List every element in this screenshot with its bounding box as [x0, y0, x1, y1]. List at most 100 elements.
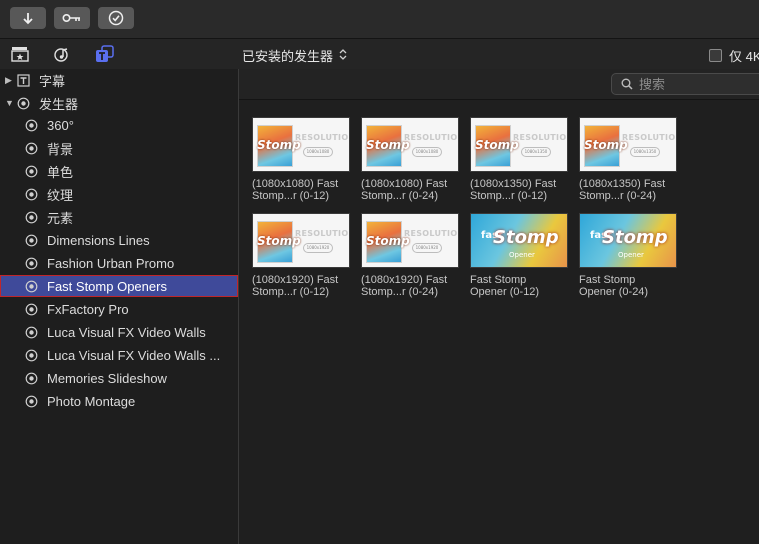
sidebar-item[interactable]: Luca Visual FX Video Walls ...: [0, 344, 238, 366]
only-4k-checkbox[interactable]: [709, 49, 722, 62]
sidebar-item[interactable]: 单色: [0, 160, 238, 182]
generator-tile[interactable]: Stomp RESOLUTION 1080x1920 (1080x1920) Fast…: [252, 213, 350, 298]
generator-icon: [24, 233, 38, 247]
generator-icon: [24, 371, 38, 385]
search-icon: [621, 78, 633, 90]
generator-icon: [24, 325, 38, 339]
tile-caption-line1: (1080x1080) Fast: [252, 178, 339, 190]
chevron-updown-icon: [339, 49, 347, 62]
generator-tile[interactable]: fast Stomp Opener Fast Stomp Opener (0-24): [579, 213, 677, 298]
download-arrow-icon: [22, 12, 34, 25]
sidebar-item[interactable]: FxFactory Pro: [0, 298, 238, 320]
sidebar-group-generators[interactable]: ▼ 发生器: [0, 92, 238, 114]
generator-tile[interactable]: Stomp RESOLUTION 1080x1080 (1080x1080) Fast…: [252, 117, 350, 202]
sidebar-item-label: 背景: [47, 141, 74, 157]
tile-caption-line2: Opener (0-12): [470, 286, 540, 298]
clapper-icon[interactable]: [10, 45, 30, 63]
sidebar-item-label: 360°: [47, 117, 74, 133]
sidebar-item[interactable]: 360°: [0, 114, 238, 136]
poster-image: Stomp: [475, 125, 519, 167]
sidebar-item-label: Photo Montage: [47, 393, 136, 409]
approve-button[interactable]: [98, 7, 134, 29]
tile-caption-line1: Fast Stomp: [579, 274, 636, 286]
thumb-stomp-text: Stomp: [602, 227, 668, 248]
sidebar-group-titles[interactable]: ▶ 字幕: [0, 69, 238, 91]
thumb-resolution-text: RESOLUTION: [404, 229, 459, 238]
import-button[interactable]: [10, 7, 46, 29]
thumb-opener-text: Opener: [618, 251, 644, 259]
thumb-resolution-text: RESOLUTION: [295, 133, 350, 142]
sidebar-item[interactable]: Memories Slideshow: [0, 367, 238, 389]
thumb-resolution-text: RESOLUTION: [513, 133, 568, 142]
tile-caption: (1080x1080) Fast Stomp...r (0-24): [361, 178, 459, 202]
only-4k-label: 仅 4K: [729, 49, 759, 64]
disclosure-right-icon[interactable]: ▶: [5, 75, 12, 86]
tile-caption-line1: Fast Stomp: [470, 274, 527, 286]
sidebar-item-label: 纹理: [47, 187, 74, 203]
tile-caption-line2: Opener (0-24): [579, 286, 649, 298]
keywords-button[interactable]: [54, 7, 90, 29]
generators-title-label: 已安装的发生器: [242, 49, 334, 64]
sidebar-item[interactable]: Fast Stomp Openers: [0, 275, 238, 297]
sidebar-item-label: Luca Visual FX Video Walls ...: [47, 347, 221, 363]
sidebar-item[interactable]: 纹理: [0, 183, 238, 205]
sidebar-item-label: Fashion Urban Promo: [47, 255, 175, 271]
thumb-size-pill: 1080x1350: [630, 147, 660, 157]
generator-tile[interactable]: Stomp RESOLUTION 1080x1350 (1080x1350) Fast…: [579, 117, 677, 202]
search-field[interactable]: [611, 73, 759, 95]
thumb-opener-text: Opener: [509, 251, 535, 259]
tile-caption-line1: (1080x1080) Fast: [361, 178, 448, 190]
generator-thumbnail[interactable]: fast Stomp Opener: [470, 213, 568, 268]
sidebar-item[interactable]: Luca Visual FX Video Walls: [0, 321, 238, 343]
generator-thumbnail[interactable]: Stomp RESOLUTION 1080x1350: [579, 117, 677, 172]
tile-caption-line2: Stomp...r (0-12): [470, 190, 548, 202]
disclosure-down-icon[interactable]: ▼: [5, 98, 14, 108]
generator-thumbnail[interactable]: fast Stomp Opener: [579, 213, 677, 268]
browser-header: 已安装的发生器 仅 4K: [0, 39, 759, 70]
poster-image: Stomp: [257, 125, 301, 167]
tile-caption-line2: Stomp...r (0-12): [252, 190, 330, 202]
thumb-size-pill: 1080x1080: [412, 147, 442, 157]
generator-icon: [24, 348, 38, 362]
generator-thumbnail[interactable]: Stomp RESOLUTION 1080x1350: [470, 117, 568, 172]
sidebar-item-label: 元素: [47, 210, 74, 226]
generator-thumbnail[interactable]: Stomp RESOLUTION 1080x1920: [252, 213, 350, 268]
generator-icon: [24, 256, 38, 270]
generator-icon: [24, 394, 38, 408]
titles-generators-icon[interactable]: [95, 45, 115, 63]
poster-image: Stomp: [366, 125, 410, 167]
sidebar-item[interactable]: 元素: [0, 206, 238, 228]
generator-tile[interactable]: Stomp RESOLUTION 1080x1350 (1080x1350) Fast…: [470, 117, 568, 202]
generator-tile[interactable]: fast Stomp Opener Fast Stomp Opener (0-12): [470, 213, 568, 298]
search-input[interactable]: [639, 76, 749, 92]
generators-title[interactable]: 已安装的发生器: [242, 46, 347, 65]
generator-tile[interactable]: Stomp RESOLUTION 1080x1920 (1080x1920) Fast…: [361, 213, 459, 298]
generator-thumbnail[interactable]: Stomp RESOLUTION 1080x1080: [361, 117, 459, 172]
sidebar-item-label: Luca Visual FX Video Walls: [47, 324, 206, 340]
generator-icon: [24, 141, 38, 155]
search-bar: [239, 69, 759, 100]
generator-thumbnail[interactable]: Stomp RESOLUTION 1080x1080: [252, 117, 350, 172]
only-4k-filter[interactable]: 仅 4K: [709, 46, 759, 65]
thumb-size-pill: 1080x1920: [303, 243, 333, 253]
checkmark-circle-icon: [108, 10, 124, 26]
thumb-stomp-text: Stomp: [493, 227, 559, 248]
tile-caption: (1080x1350) Fast Stomp...r (0-24): [579, 178, 677, 202]
thumb-resolution-text: RESOLUTION: [622, 133, 677, 142]
sidebar-item[interactable]: Fashion Urban Promo: [0, 252, 238, 274]
sidebar-item[interactable]: Dimensions Lines: [0, 229, 238, 251]
tile-caption: (1080x1920) Fast Stomp...r (0-24): [361, 274, 459, 298]
tile-caption-line1: (1080x1350) Fast: [470, 178, 557, 190]
tile-caption: (1080x1920) Fast Stomp...r (0-12): [252, 274, 350, 298]
music-note-icon[interactable]: [53, 45, 73, 63]
sidebar-item[interactable]: Photo Montage: [0, 390, 238, 412]
generator-thumbnail[interactable]: Stomp RESOLUTION 1080x1920: [361, 213, 459, 268]
titles-icon: [16, 73, 30, 87]
browser-pane: StompRESOLUTION1080x1080(1080x1080) Fast…: [239, 69, 759, 544]
key-icon: [62, 13, 82, 23]
generator-tile[interactable]: Stomp RESOLUTION 1080x1080 (1080x1080) Fast…: [361, 117, 459, 202]
tile-caption-line2: Stomp...r (0-12): [252, 286, 330, 298]
sidebar-item[interactable]: 背景: [0, 137, 238, 159]
tile-caption-line2: Stomp...r (0-24): [361, 190, 439, 202]
sidebar-item-label: Fast Stomp Openers: [47, 278, 167, 294]
